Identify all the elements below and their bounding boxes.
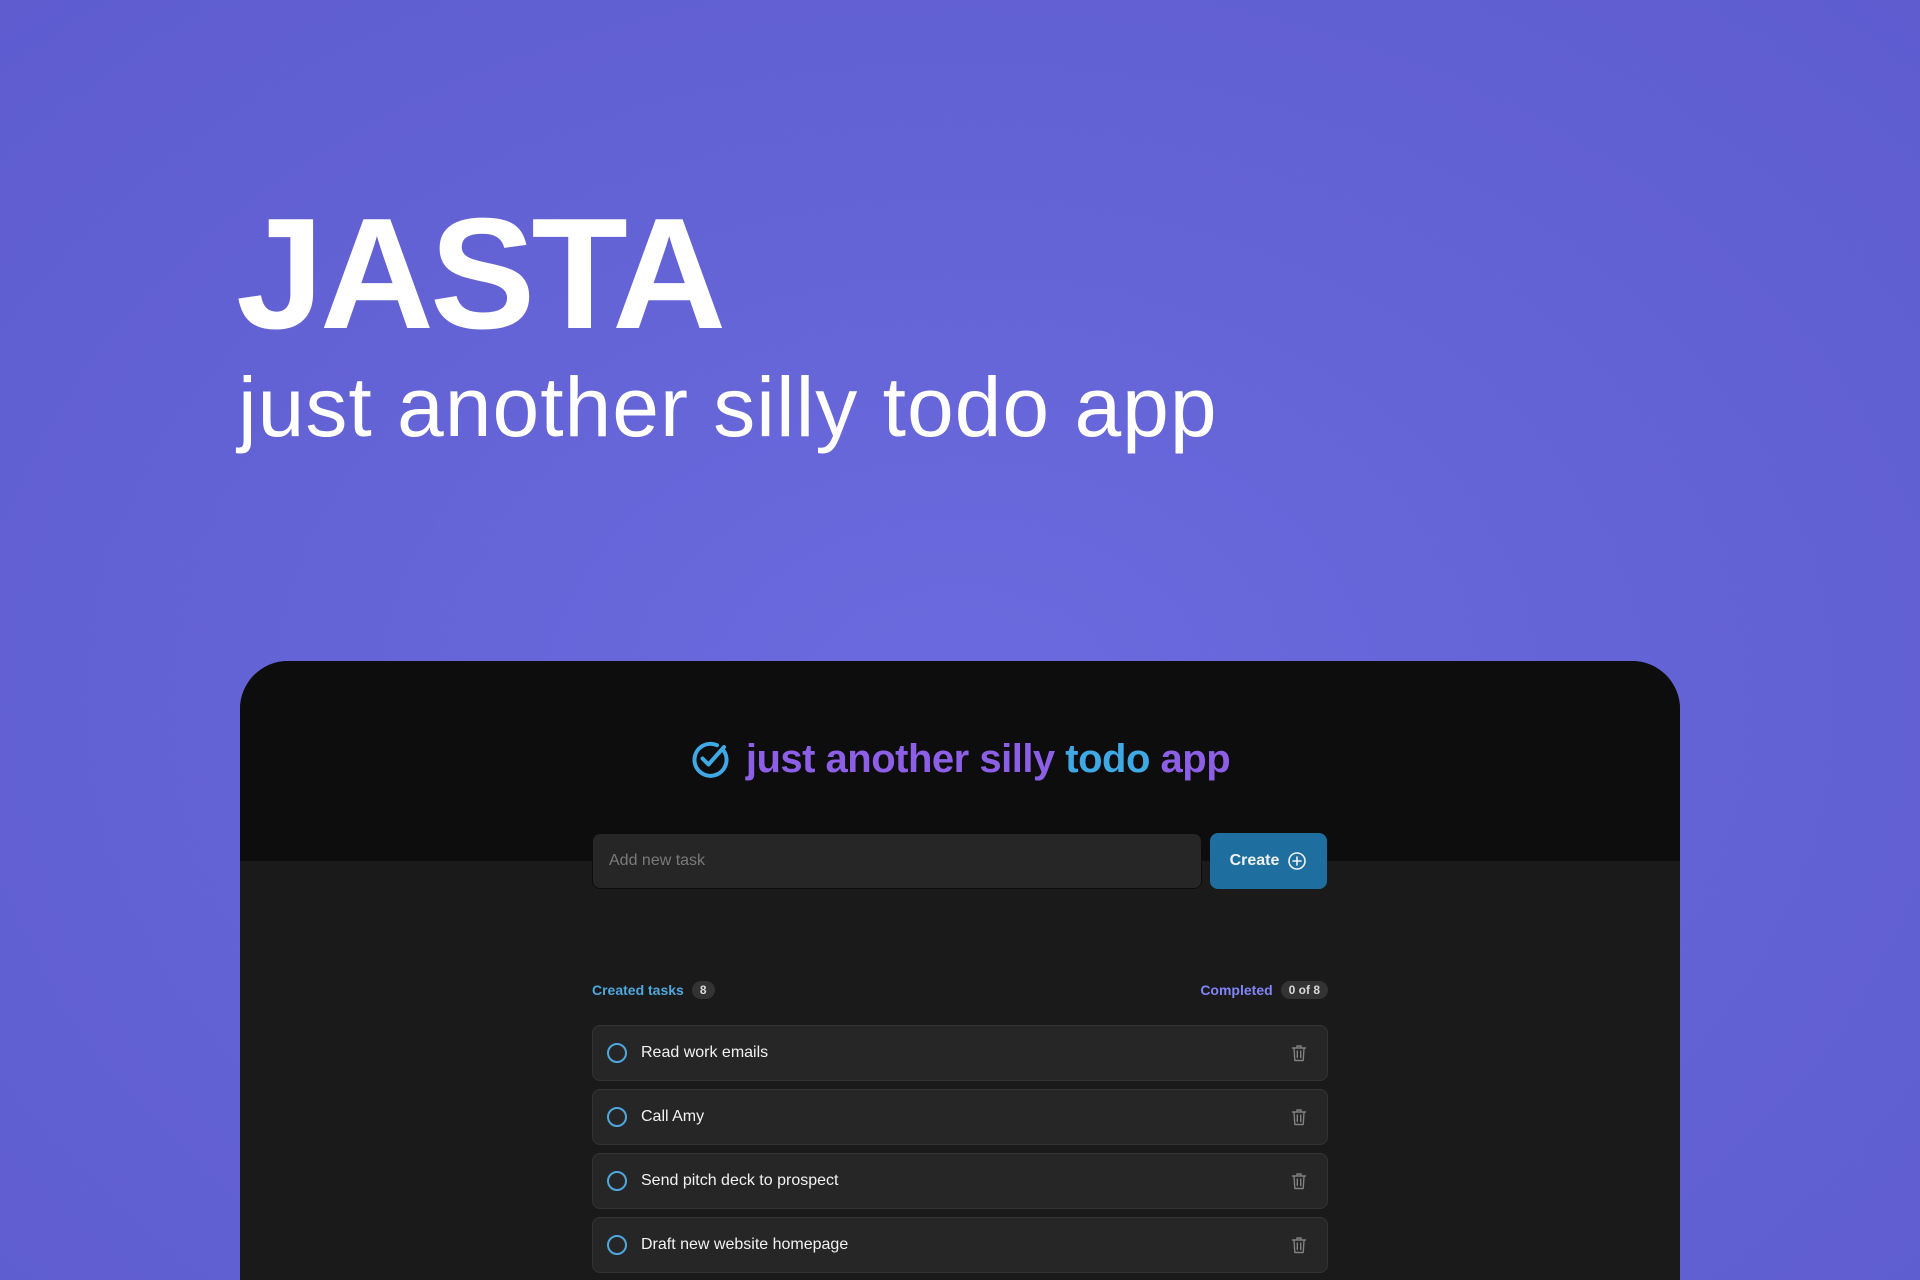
create-button-label: Create <box>1229 852 1280 869</box>
task-item: Draft new website homepage <box>592 1217 1328 1273</box>
task-text: Call Amy <box>641 1108 705 1125</box>
task-item: Read work emails <box>592 1025 1328 1081</box>
task-counters: Created tasks 8 Completed 0 of 8 <box>592 981 1328 999</box>
task-text: Send pitch deck to prospect <box>641 1172 839 1189</box>
logo-text-part2: app <box>1149 737 1231 781</box>
delete-task-button[interactable] <box>1287 1105 1311 1129</box>
logo-text-accent: todo <box>1065 737 1150 781</box>
created-tasks-label: Created tasks <box>592 982 684 998</box>
delete-task-button[interactable] <box>1287 1041 1311 1065</box>
task-checkbox[interactable] <box>607 1107 627 1127</box>
task-item: Send pitch deck to prospect <box>592 1153 1328 1209</box>
trash-icon <box>1291 1237 1307 1254</box>
task-checkbox[interactable] <box>607 1043 627 1063</box>
hero-title: JASTA <box>236 186 726 362</box>
trash-icon <box>1291 1109 1307 1126</box>
task-list: Read work emails Call Amy Send pitch dec… <box>592 1025 1328 1273</box>
created-tasks-badge: 8 <box>691 981 715 999</box>
check-circle-icon <box>692 741 729 778</box>
delete-task-button[interactable] <box>1287 1233 1311 1257</box>
new-task-input[interactable] <box>592 833 1202 889</box>
app-logo: just another silly todo app <box>240 739 1680 779</box>
completed-tasks-badge: 0 of 8 <box>1280 981 1328 999</box>
completed-tasks-counter: Completed 0 of 8 <box>1200 981 1328 999</box>
completed-tasks-label: Completed <box>1200 982 1273 998</box>
app-window: just another silly todo app Create Creat… <box>240 661 1680 1280</box>
task-text: Read work emails <box>641 1044 769 1061</box>
hero-subtitle: just another silly todo app <box>238 360 1218 454</box>
logo-text-part1: just another silly <box>745 737 1066 781</box>
task-checkbox[interactable] <box>607 1171 627 1191</box>
trash-icon <box>1291 1173 1307 1190</box>
task-text: Draft new website homepage <box>641 1236 849 1253</box>
new-task-form: Create <box>592 833 1327 889</box>
created-tasks-counter: Created tasks 8 <box>592 981 715 999</box>
delete-task-button[interactable] <box>1287 1169 1311 1193</box>
create-button[interactable]: Create <box>1210 833 1327 889</box>
task-item: Call Amy <box>592 1089 1328 1145</box>
trash-icon <box>1291 1045 1307 1062</box>
app-logo-text: just another silly todo app <box>745 737 1231 781</box>
plus-circle-icon <box>1288 852 1307 870</box>
task-checkbox[interactable] <box>607 1235 627 1255</box>
